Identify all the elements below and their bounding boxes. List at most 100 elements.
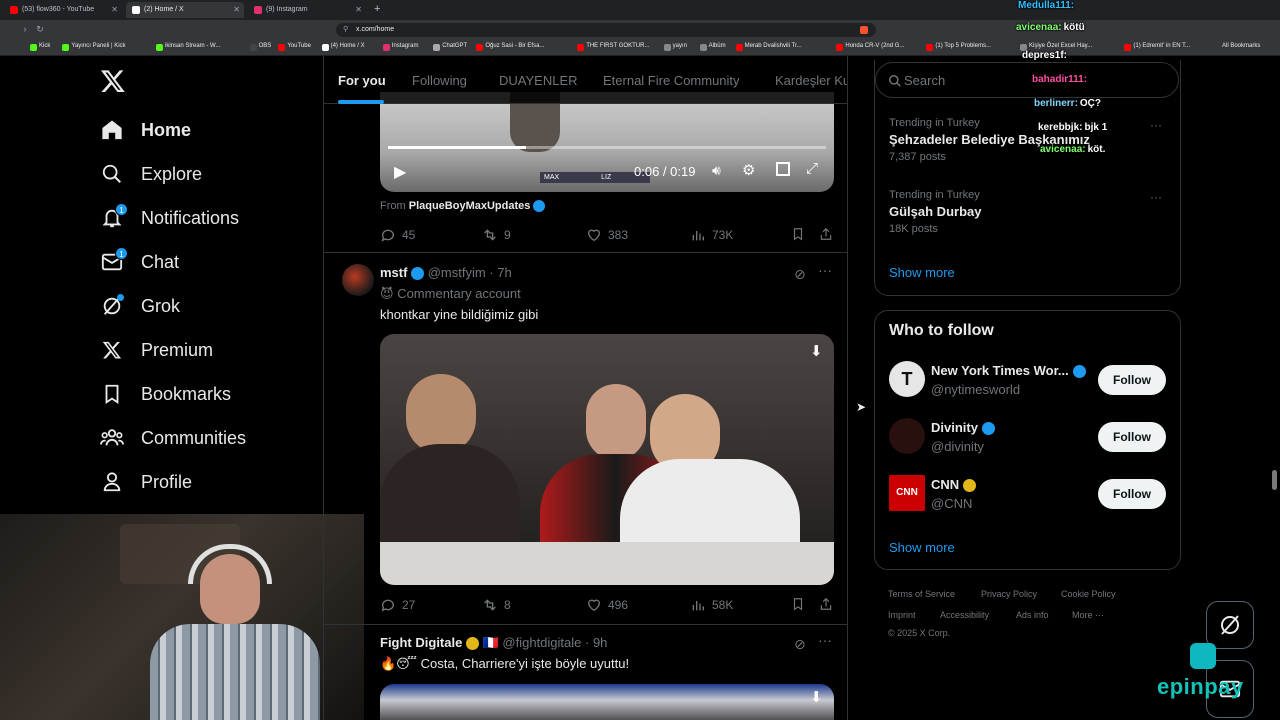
avatar[interactable] (342, 264, 374, 296)
repost-button[interactable]: 8 (482, 597, 511, 613)
more-options-icon[interactable]: ··· (818, 632, 832, 648)
more-options-icon[interactable]: ··· (818, 262, 832, 278)
nav-premium[interactable]: Premium (100, 332, 213, 368)
follow-button[interactable]: Follow (1098, 479, 1166, 509)
nav-explore[interactable]: Explore (100, 156, 202, 192)
follow-name[interactable]: Divinity (931, 420, 995, 436)
follow-name[interactable]: New York Times Wor... (931, 363, 1086, 379)
download-icon[interactable]: ⬇ (810, 342, 823, 360)
browser-tab-x-home[interactable]: (2) Home / X ✕ (126, 2, 244, 18)
page-scrollbar-thumb[interactable] (1272, 470, 1277, 490)
like-button[interactable]: 383 (586, 227, 628, 243)
bookmark-item[interactable]: Yayıncı Paneli | Kick (62, 43, 126, 51)
views-button[interactable]: 73K (690, 227, 733, 243)
play-icon[interactable]: ▶ (394, 162, 406, 182)
nav-grok[interactable]: Grok (100, 288, 180, 324)
address-bar[interactable]: ⚲ x.com/home (336, 23, 876, 37)
bookmark-item[interactable]: (1) Edremit' in EN T... (1124, 43, 1190, 51)
bookmark-item[interactable]: Kişiye Özel Excel Hay... (1020, 43, 1092, 51)
nav-profile[interactable]: Profile (100, 464, 192, 500)
tab-duayenler[interactable]: DUAYENLER (499, 73, 578, 88)
repost-button[interactable]: 9 (482, 227, 511, 243)
bookmark-icon[interactable] (791, 596, 805, 617)
bookmark-item[interactable]: yayın (663, 43, 687, 51)
tab-kardesler[interactable]: Kardeşler Ku (775, 73, 847, 88)
post2-video[interactable]: ⬇ (380, 334, 834, 585)
volume-icon[interactable]: 🔊︎ (712, 162, 721, 179)
share-icon[interactable] (819, 596, 833, 617)
nav-notifications[interactable]: 1 Notifications (100, 200, 239, 236)
pip-icon[interactable] (776, 162, 790, 176)
tab-for-you[interactable]: For you (338, 73, 386, 88)
bookmark-item[interactable]: Instagram (382, 43, 418, 51)
author-handle[interactable]: @fightdigitale (502, 635, 581, 650)
trend-item[interactable]: Trending in Turkey Gülşah Durbay 18K pos… (889, 189, 981, 235)
footer-imprint-link[interactable]: Imprint (888, 610, 916, 620)
footer-terms-link[interactable]: Terms of Service (888, 589, 955, 599)
download-icon[interactable]: ⬇ (810, 688, 823, 706)
close-tab-icon[interactable]: ✕ (233, 2, 240, 18)
author-handle[interactable]: @mstfyim (428, 265, 486, 280)
grok-icon[interactable]: ⊘ (794, 266, 806, 283)
avatar[interactable]: CNN (889, 475, 925, 511)
settings-gear-icon[interactable]: ⚙ (742, 161, 755, 179)
post3-media[interactable]: ⬇ (380, 684, 834, 720)
footer-ads-info-link[interactable]: Ads info (1016, 610, 1049, 620)
bookmark-item[interactable]: (4) Home / X (321, 43, 365, 51)
bookmark-item[interactable]: OBS (249, 43, 271, 51)
browser-tab-youtube[interactable]: (53) flow360 - YouTube ✕ (4, 2, 122, 18)
x-logo-icon[interactable] (100, 68, 126, 94)
all-bookmarks[interactable]: All Bookmarks (1222, 43, 1260, 49)
author-name[interactable]: Fight Digitale (380, 635, 462, 650)
more-options-icon[interactable]: ··· (1150, 190, 1162, 204)
follow-button[interactable]: Follow (1098, 422, 1166, 452)
footer-cookie-link[interactable]: Cookie Policy (1061, 589, 1116, 599)
reload-icon[interactable]: ↻ (35, 24, 45, 36)
footer-accessibility-link[interactable]: Accessibility (940, 610, 989, 620)
close-tab-icon[interactable]: ✕ (111, 2, 118, 18)
tab-following[interactable]: Following (412, 73, 467, 88)
bookmark-item[interactable]: ChatGPT (433, 43, 467, 51)
bookmark-item[interactable]: YouTube (278, 43, 311, 51)
tab-eternal-fire[interactable]: Eternal Fire Community (603, 73, 740, 88)
bookmark-item[interactable]: THE FIRST GOKTUR... (577, 43, 649, 51)
avatar[interactable]: T (889, 361, 925, 397)
nav-bookmarks[interactable]: Bookmarks (100, 376, 231, 412)
post-time[interactable]: · 7h (489, 265, 511, 280)
reply-button[interactable]: 27 (380, 597, 415, 613)
forward-icon[interactable]: › (20, 24, 30, 36)
share-icon[interactable] (819, 226, 833, 247)
grok-icon[interactable]: ⊘ (794, 636, 806, 653)
more-options-icon[interactable]: ··· (1150, 118, 1162, 132)
show-more-follow-link[interactable]: Show more (889, 540, 955, 555)
post-time[interactable]: · 9h (585, 635, 607, 650)
video-progress-track[interactable] (388, 146, 826, 149)
close-tab-icon[interactable]: ✕ (355, 2, 362, 18)
bookmark-item[interactable]: Honda CR-V (2nd G... (836, 43, 904, 51)
bookmark-item[interactable]: ikinsan Stream - W... (156, 43, 220, 51)
nav-chat[interactable]: 1 Chat (100, 244, 179, 280)
avatar[interactable] (889, 418, 925, 454)
post1-video[interactable]: MAX LIZ ▶ 0:06 / 0:19 🔊︎ ⚙ ⤢ (380, 92, 834, 192)
bookmark-item[interactable]: Kick (30, 43, 50, 51)
nav-home[interactable]: Home (100, 112, 191, 148)
source-account-link[interactable]: PlaqueBoyMaxUpdates (409, 200, 531, 212)
follow-button[interactable]: Follow (1098, 365, 1166, 395)
bookmark-item[interactable]: Merab Dvalishvili Tr... (735, 43, 802, 51)
author-name[interactable]: mstf (380, 265, 407, 280)
reply-button[interactable]: 45 (380, 227, 415, 243)
views-button[interactable]: 58K (690, 597, 733, 613)
nav-communities[interactable]: Communities (100, 420, 246, 456)
follow-name[interactable]: CNN (931, 477, 977, 493)
show-more-trends-link[interactable]: Show more (889, 265, 955, 280)
bookmark-icon[interactable] (791, 226, 805, 247)
grok-floating-button[interactable] (1206, 601, 1254, 649)
footer-more-link[interactable]: More ··· (1072, 610, 1104, 620)
site-info-icon[interactable]: ⚲ (343, 23, 348, 37)
footer-privacy-link[interactable]: Privacy Policy (981, 589, 1037, 599)
like-button[interactable]: 496 (586, 597, 628, 613)
bookmark-item[interactable]: Albüm (699, 43, 726, 51)
fullscreen-icon[interactable]: ⤢ (806, 160, 818, 177)
bookmark-item[interactable]: Oğuz Sasi - Bir Efsa... (476, 43, 544, 51)
brave-shield-icon[interactable] (860, 26, 868, 34)
